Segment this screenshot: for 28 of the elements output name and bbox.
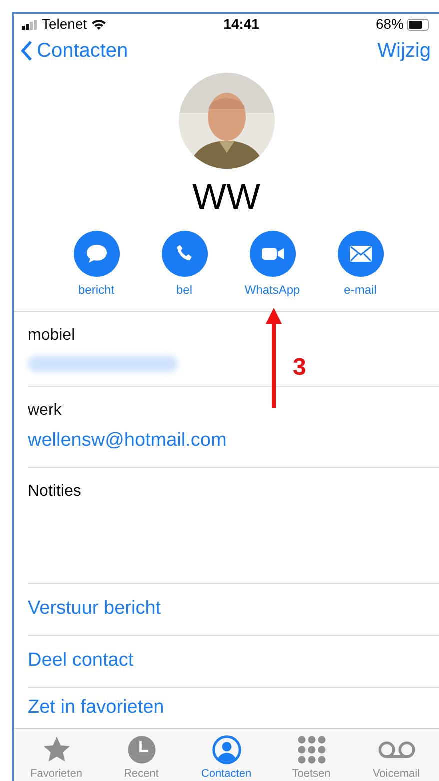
tab-button[interactable]: Contacten: [192, 735, 262, 781]
email-link[interactable]: wellensw@hotmail.com: [28, 426, 439, 455]
step-number: 3: [293, 353, 306, 383]
person-icon: [212, 735, 242, 765]
battery-percentage: 68%: [376, 15, 404, 34]
action-link[interactable]: Deel contact: [28, 636, 439, 688]
action-link[interactable]: Zet in favorieten: [28, 688, 439, 728]
field-label: werk: [28, 400, 63, 420]
notes-label: Notities: [28, 482, 82, 502]
back-button[interactable]: Contacten: [20, 36, 128, 66]
carrier-name: Telenet: [42, 15, 88, 34]
tab-button[interactable]: Favorieten: [22, 735, 92, 781]
chevron-left-icon: [20, 40, 33, 62]
edit-button[interactable]: Wijzig: [378, 36, 431, 66]
field-label: mobiel: [28, 326, 76, 346]
tab-button[interactable]: Voicemail: [362, 735, 432, 781]
keypad-icon: [296, 735, 326, 765]
battery-icon: [407, 18, 431, 30]
action-link[interactable]: Verstuur bericht: [28, 584, 439, 636]
tab-button[interactable]: Toetsen: [276, 735, 346, 781]
tab-button[interactable]: Recent: [106, 735, 176, 781]
envelope-icon: [348, 244, 372, 263]
wifi-icon: [91, 18, 108, 30]
contact-name: WW: [192, 174, 262, 219]
status-time: 14:41: [224, 15, 260, 34]
signal-icon: [22, 20, 38, 30]
speech-bubble-icon: [84, 242, 108, 265]
clock-icon: [126, 735, 156, 765]
